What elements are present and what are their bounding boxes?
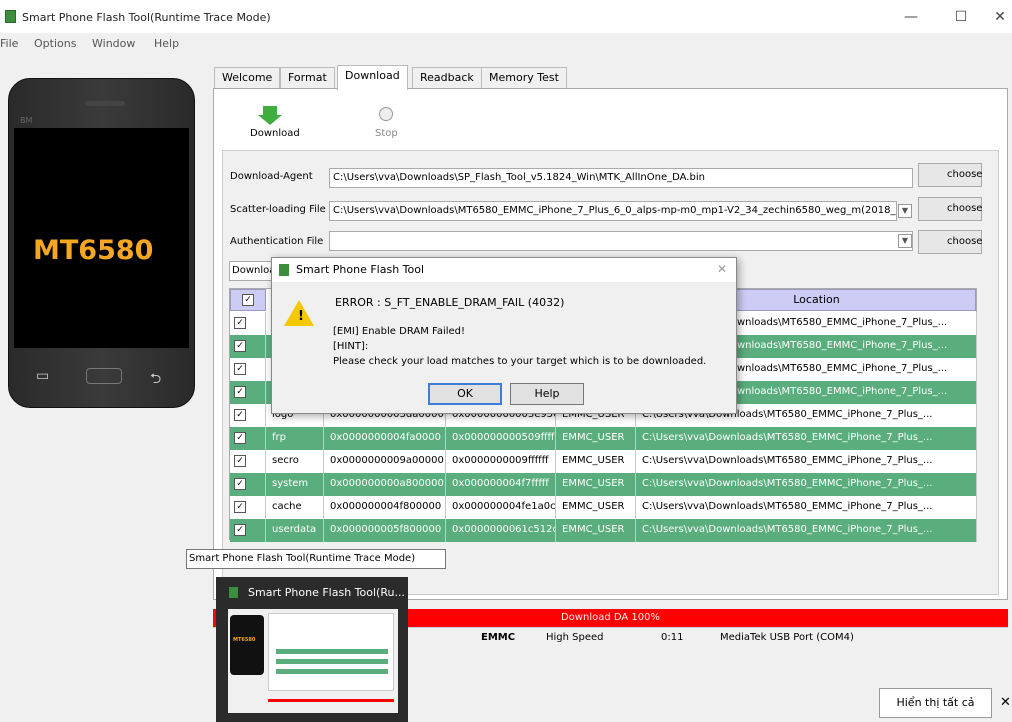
tab-download[interactable]: Download xyxy=(337,65,408,90)
scatter-field[interactable]: C:\Users\vva\Downloads\MT6580_EMMC_iPhon… xyxy=(329,201,897,221)
tab-format[interactable]: Format xyxy=(280,67,335,89)
maximize-button[interactable]: ☐ xyxy=(946,6,976,28)
status-time: 0:11 xyxy=(661,632,684,643)
dialog-close-icon[interactable]: ✕ xyxy=(717,262,727,276)
thumbnail-row xyxy=(276,659,388,664)
phone-back-icon: ⮌ xyxy=(150,371,162,387)
phone-menu-icon: ▭ xyxy=(36,368,50,384)
tab-memory-test[interactable]: Memory Test xyxy=(481,67,567,89)
table-row[interactable]: ✓ cache 0x000000004f800000 0x000000004fe… xyxy=(230,496,977,519)
download-button[interactable]: Download xyxy=(250,128,300,139)
download-agent-label: Download-Agent xyxy=(230,171,313,182)
taskbar-tooltip: Smart Phone Flash Tool(Runtime Trace Mod… xyxy=(186,549,446,569)
dialog-title: Smart Phone Flash Tool xyxy=(296,263,425,276)
download-agent-field[interactable]: C:\Users\vva\Downloads\SP_Flash_Tool_v5.… xyxy=(329,168,913,188)
menu-help[interactable]: Help xyxy=(154,37,179,50)
auth-field[interactable] xyxy=(329,231,913,251)
thumbnail-progress xyxy=(268,699,394,702)
error-line3: Please check your load matches to your t… xyxy=(333,356,707,367)
ok-button[interactable]: OK xyxy=(428,383,502,405)
thumbnail-app-icon xyxy=(229,587,238,598)
taskbar-close-icon[interactable]: ✕ xyxy=(1000,695,1011,710)
auth-dropdown-icon[interactable]: ▼ xyxy=(898,234,912,248)
stop-button[interactable]: Stop xyxy=(375,128,398,139)
phone-brand: BM xyxy=(20,116,33,125)
table-row[interactable]: ✓ system 0x000000000a800000 0x000000004f… xyxy=(230,473,977,496)
menu-file[interactable]: File xyxy=(0,37,18,50)
show-all-button[interactable]: Hiển thị tất cả xyxy=(879,688,992,718)
help-button[interactable]: Help xyxy=(510,383,584,405)
scatter-label: Scatter-loading File xyxy=(230,204,326,215)
menu-options[interactable]: Options xyxy=(34,37,76,50)
close-button[interactable]: ✕ xyxy=(985,6,1012,28)
scatter-dropdown-icon[interactable]: ▼ xyxy=(898,204,912,218)
download-arrowhead-icon xyxy=(258,115,282,125)
app-icon xyxy=(5,10,16,23)
error-line2: [HINT]: xyxy=(333,341,369,352)
table-row[interactable]: ✓ frp 0x0000000004fa0000 0x000000000509f… xyxy=(230,427,977,450)
thumbnail-preview: MT6580 xyxy=(228,609,398,713)
window-title: Smart Phone Flash Tool(Runtime Trace Mod… xyxy=(22,11,271,24)
menu-window[interactable]: Window xyxy=(92,37,135,50)
error-line1: [EMI] Enable DRAM Failed! xyxy=(333,326,466,337)
warning-exclamation: ! xyxy=(298,309,304,324)
choose-auth-button[interactable]: choose xyxy=(918,230,982,254)
minimize-button[interactable]: — xyxy=(896,6,926,28)
thumbnail-title: Smart Phone Flash Tool(Ru... xyxy=(248,586,405,599)
status-storage: EMMC xyxy=(481,632,516,643)
thumbnail-row xyxy=(276,669,388,674)
tab-welcome[interactable]: Welcome xyxy=(214,67,281,89)
phone-speaker xyxy=(85,101,125,106)
choose-download-agent-button[interactable]: choose xyxy=(918,163,982,187)
thumbnail-model: MT6580 xyxy=(233,637,256,643)
dialog-app-icon xyxy=(279,264,289,276)
table-header-check[interactable]: ✓ xyxy=(230,289,266,311)
table-row[interactable]: ✓ userdata 0x000000005f800000 0x00000000… xyxy=(230,519,977,542)
stop-icon xyxy=(379,107,393,121)
tab-readback[interactable]: Readback xyxy=(412,67,482,89)
status-speed: High Speed xyxy=(546,632,604,643)
error-dialog: Smart Phone Flash Tool ✕ ! ERROR : S_FT_… xyxy=(271,257,737,414)
taskbar-thumbnail[interactable]: Smart Phone Flash Tool(Ru... MT6580 xyxy=(216,577,408,722)
phone-home-icon xyxy=(86,368,122,384)
thumbnail-row xyxy=(276,649,388,654)
phone-model-label: MT6580 xyxy=(33,235,154,266)
status-port: MediaTek USB Port (COM4) xyxy=(720,632,854,643)
table-row[interactable]: ✓ secro 0x0000000009a00000 0x0000000009f… xyxy=(230,450,977,473)
error-code: ERROR : S_FT_ENABLE_DRAM_FAIL (4032) xyxy=(335,296,565,309)
choose-scatter-button[interactable]: choose xyxy=(918,197,982,221)
thumbnail-phone xyxy=(230,615,264,675)
auth-label: Authentication File xyxy=(230,236,324,247)
